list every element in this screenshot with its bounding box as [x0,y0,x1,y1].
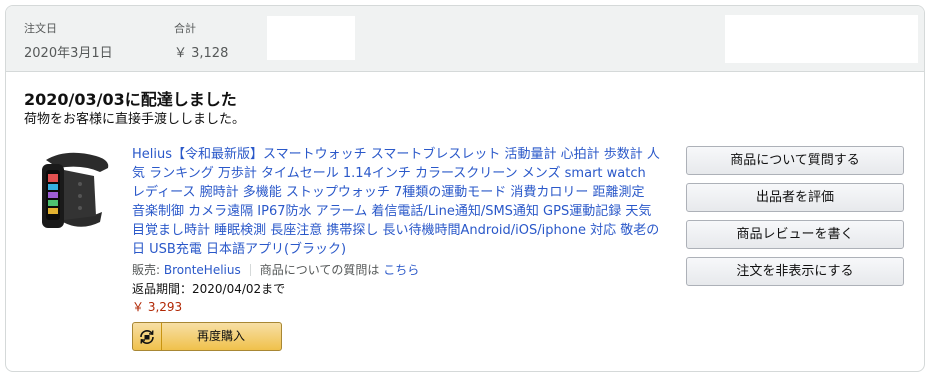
redacted-area [725,15,918,63]
order-date-value: 2020年3月1日 [24,46,113,61]
order-total-label: 合計 [174,22,196,35]
buy-again-label: 再度購入 [196,329,245,343]
rate-seller-button[interactable]: 出品者を評価 [686,183,904,212]
item-price: ￥ 3,293 [132,300,183,314]
question-link[interactable]: こちら [383,263,419,277]
product-image[interactable] [36,146,116,238]
order-header: 注文日 2020年3月1日 合計 ￥ 3,128 [6,6,924,72]
buy-again-icon [133,323,162,350]
question-label: 商品についての質問は [259,263,384,277]
smartwatch-icon [42,152,109,228]
order-total-value: ￥ 3,128 [174,46,229,61]
divider [249,264,251,276]
seller-link[interactable]: BronteHelius [164,263,241,277]
ask-question-button[interactable]: 商品について質問する [686,146,904,175]
return-window: 返品期間：2020/04/02まで [132,282,286,296]
hide-order-button[interactable]: 注文を非表示にする [686,257,904,286]
seller-label: 販売: [132,263,164,277]
delivery-status-detail: 荷物をお客様に直接手渡ししました。 [24,112,246,127]
write-review-button[interactable]: 商品レビューを書く [686,220,904,249]
seller-row: 販売: BronteHelius 商品についての質問は こちら [132,261,419,278]
order-date-block: 注文日 2020年3月1日 [24,20,113,61]
delivery-status-title: 2020/03/03に配達しました [24,90,237,109]
order-date-label: 注文日 [24,22,57,35]
redacted-area [267,16,355,60]
order-card: 注文日 2020年3月1日 合計 ￥ 3,128 2020/03/03に配達しま… [5,5,925,372]
product-title-link[interactable]: Helius【令和最新版】スマートウォッチ スマートブレスレット 活動量計 心拍… [132,145,660,259]
order-total-block: 合計 ￥ 3,128 [174,20,228,61]
buy-again-button[interactable]: 再度購入 [132,322,282,351]
